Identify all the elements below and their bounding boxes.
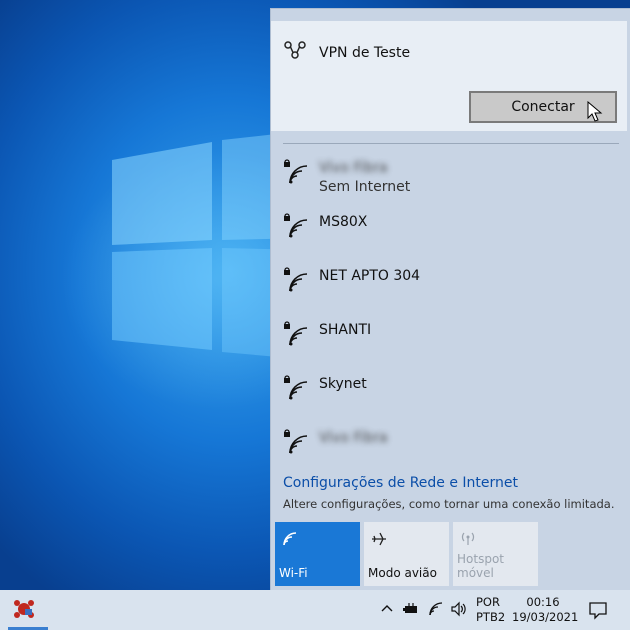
- language-code: POR: [476, 595, 500, 609]
- airplane-icon: [372, 532, 386, 546]
- action-center-icon[interactable]: [588, 600, 608, 620]
- wifi-secured-icon: [284, 375, 308, 400]
- network-name: SHANTI: [319, 322, 372, 338]
- network-item[interactable]: NET APTO 304: [271, 263, 627, 309]
- wifi-secured-icon: [284, 429, 308, 454]
- network-name: Vivo Fibra: [319, 160, 388, 176]
- wifi-secured-icon: [284, 267, 308, 292]
- wifi-secured-icon: [284, 213, 308, 238]
- network-settings-link[interactable]: Configurações de Rede e Internet: [283, 475, 518, 491]
- mouse-cursor-icon: [587, 101, 603, 122]
- quick-action-airplane-mode[interactable]: Modo avião: [364, 522, 449, 586]
- network-name: NET APTO 304: [319, 268, 421, 284]
- network-name: Skynet: [319, 376, 367, 392]
- network-item[interactable]: Vivo Fibra: [271, 425, 627, 471]
- network-item[interactable]: Vivo Fibra Sem Internet: [271, 155, 627, 201]
- vpn-name: VPN de Teste: [319, 45, 411, 61]
- network-item[interactable]: MS80X: [271, 209, 627, 255]
- quick-action-label: Wi-Fi: [279, 566, 308, 580]
- wifi-icon: [283, 532, 297, 546]
- network-name: MS80X: [319, 214, 368, 230]
- clock-date: 19/03/2021: [512, 610, 579, 624]
- battery-icon[interactable]: [402, 600, 420, 618]
- volume-icon[interactable]: [450, 600, 468, 618]
- network-item[interactable]: SHANTI: [271, 317, 627, 363]
- vpn-icon: [284, 41, 306, 59]
- taskbar-app-button[interactable]: [4, 590, 48, 630]
- quick-action-label: Modo avião: [368, 566, 437, 580]
- system-clock[interactable]: 00:16 19/03/2021: [512, 595, 579, 625]
- tray-wifi-icon[interactable]: [427, 600, 445, 618]
- input-language-indicator[interactable]: POR PTB2: [476, 595, 505, 625]
- network-status: Sem Internet: [319, 179, 411, 195]
- show-hidden-icons-chevron-up-icon[interactable]: [378, 600, 396, 618]
- network-flyout: VPN de Teste Conectar Vivo Fibra Sem Inte…: [270, 8, 630, 590]
- vpn-card[interactable]: VPN de Teste Conectar: [271, 21, 627, 131]
- network-item[interactable]: Skynet: [271, 371, 627, 417]
- wifi-secured-icon: [284, 159, 308, 184]
- app-icon: [14, 600, 34, 618]
- clock-time: 00:16: [526, 595, 560, 609]
- keyboard-layout: PTB2: [476, 610, 506, 624]
- quick-action-mobile-hotspot[interactable]: Hotspot móvel: [453, 522, 538, 586]
- network-settings-description: Altere configurações, como tornar uma co…: [283, 497, 615, 511]
- hotspot-icon: [461, 532, 475, 545]
- taskbar: POR PTB2 00:16 19/03/2021: [0, 590, 630, 630]
- divider: [283, 143, 619, 144]
- network-name: Vivo Fibra: [319, 430, 388, 446]
- quick-action-wifi[interactable]: Wi-Fi: [275, 522, 360, 586]
- wifi-secured-icon: [284, 321, 308, 346]
- quick-action-label: Hotspot móvel: [457, 552, 504, 580]
